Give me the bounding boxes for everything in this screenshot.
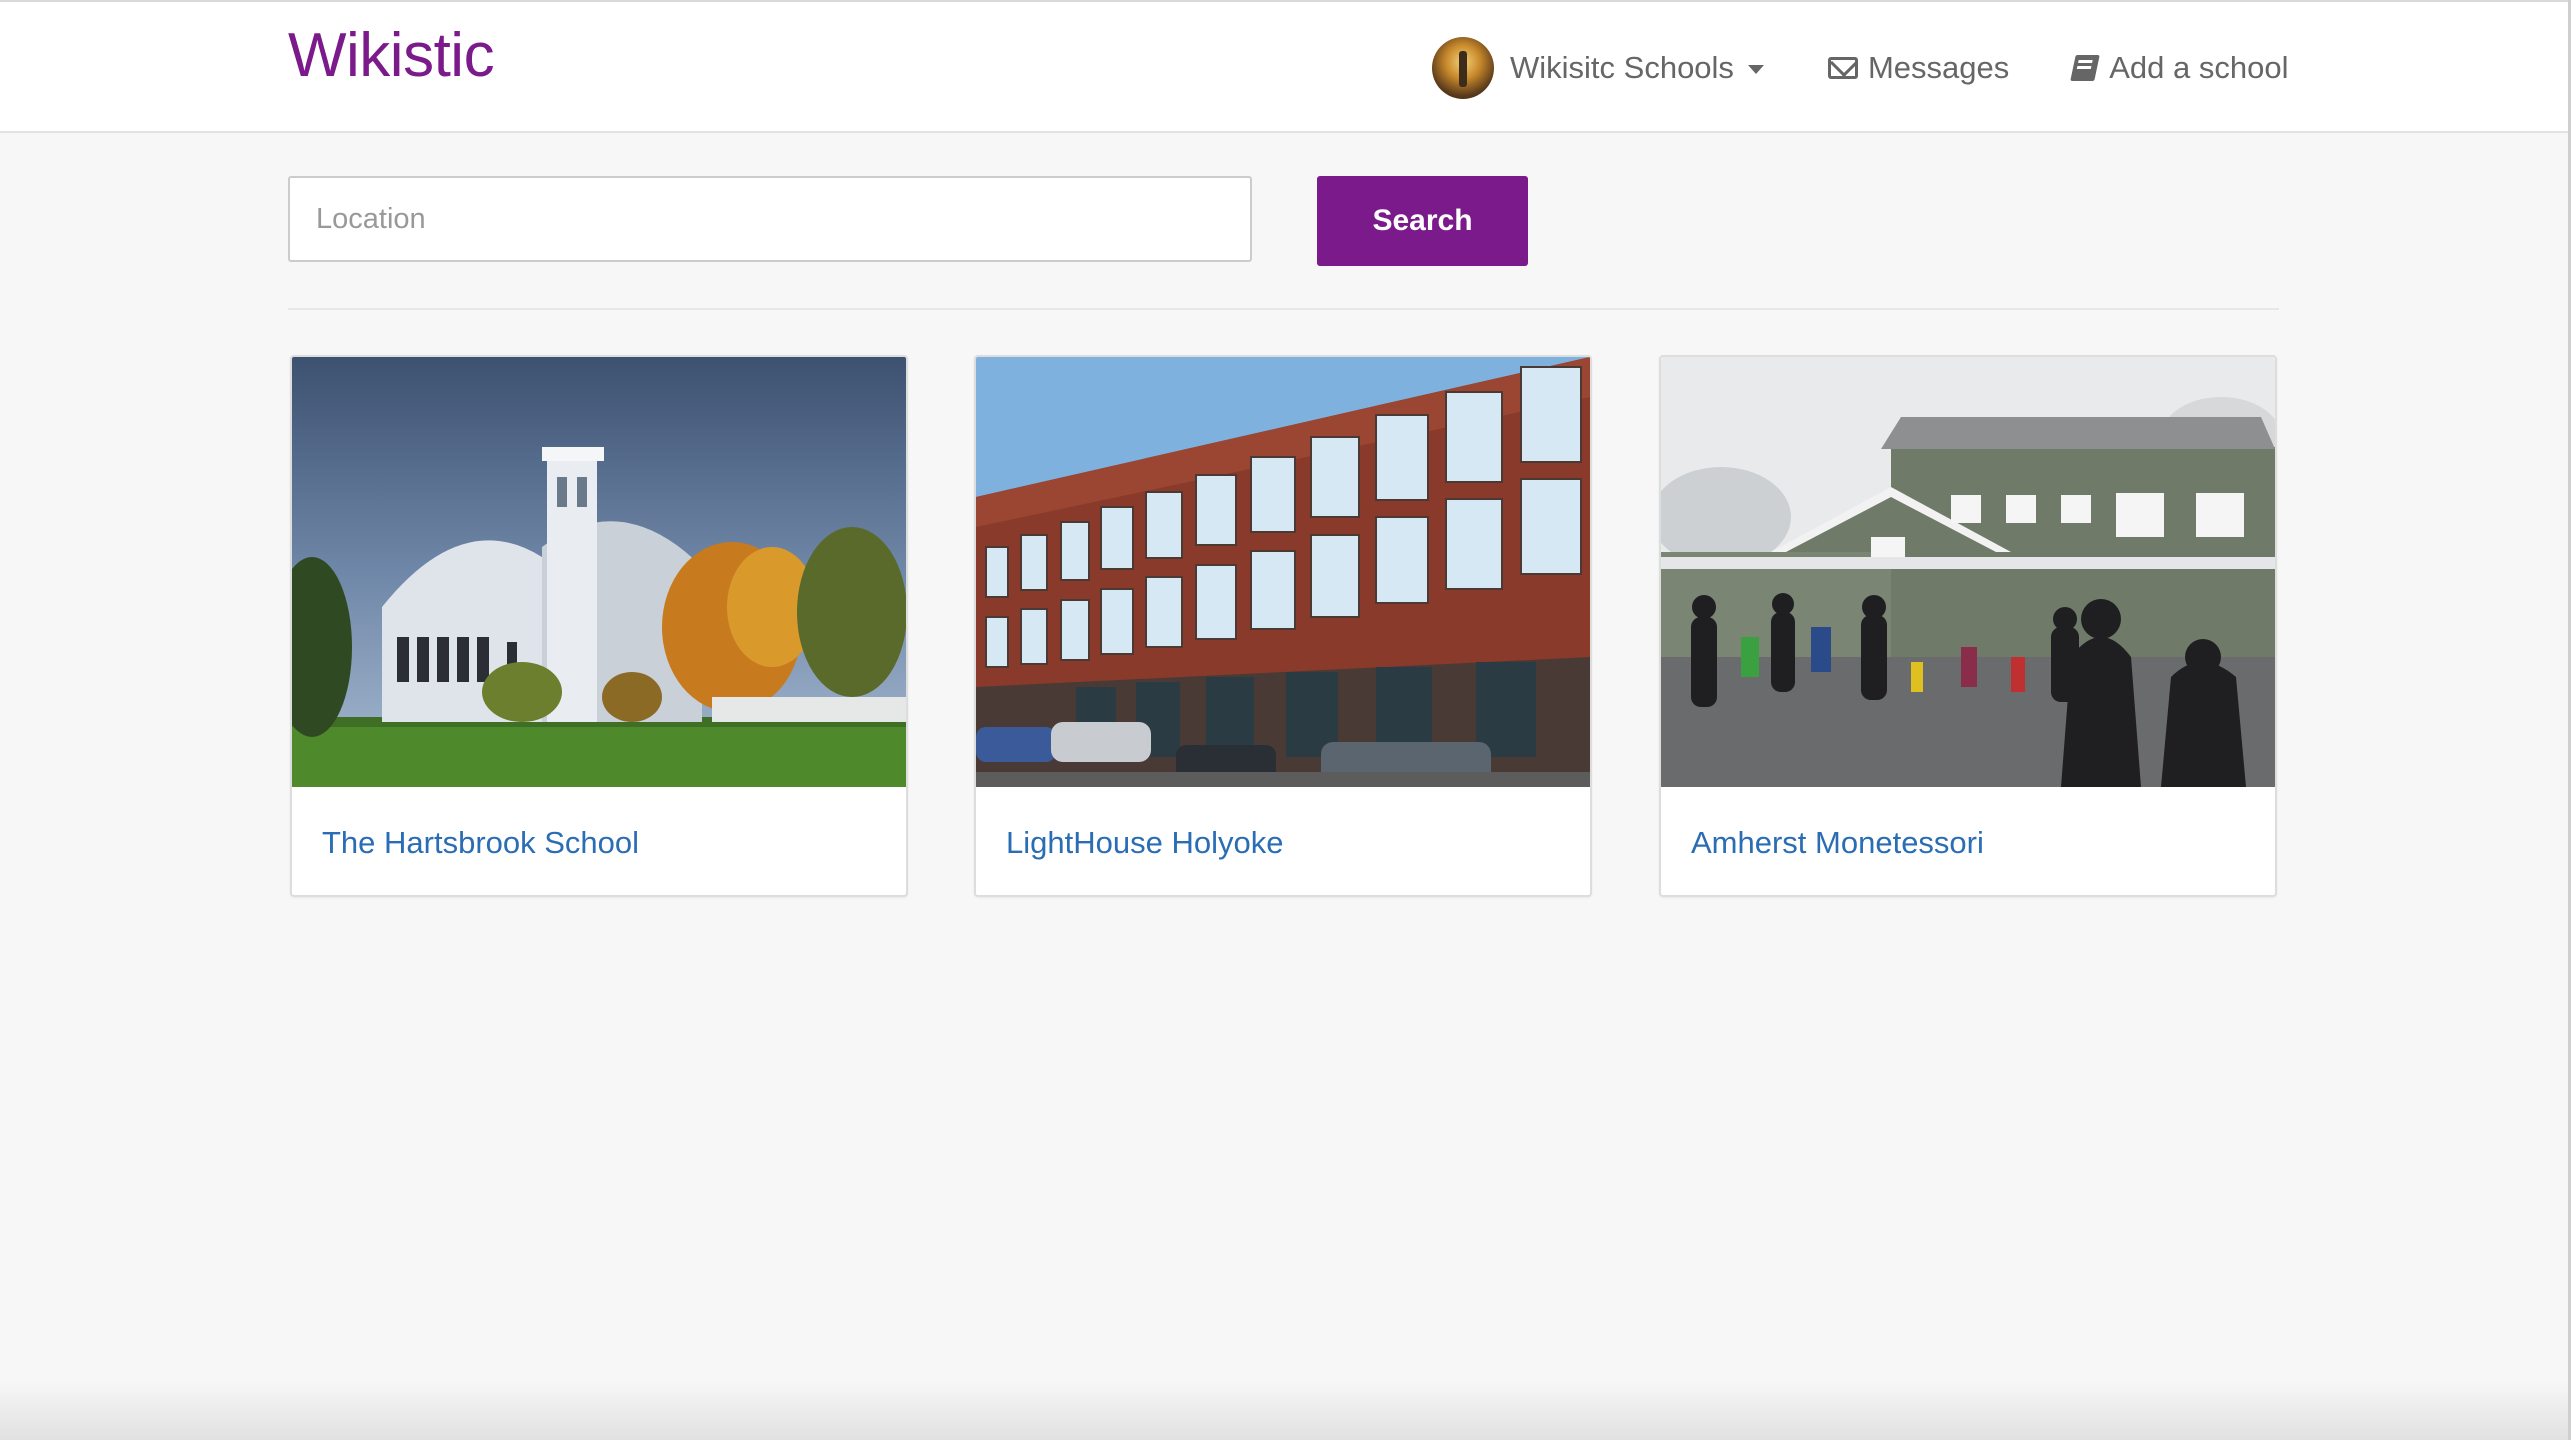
school-image-hartsbrook[interactable] — [292, 357, 906, 787]
account-dropdown[interactable]: Wikisitc Schools — [1432, 37, 1764, 99]
search-button[interactable]: Search — [1317, 176, 1528, 266]
navbar: Wikistic Wikisitc Schools Messages Add a… — [0, 2, 2568, 133]
school-image-amherst[interactable] — [1661, 357, 2275, 787]
school-card[interactable]: Amherst Monetessori — [1659, 355, 2277, 897]
envelope-icon — [1827, 57, 1858, 79]
account-label: Wikisitc Schools — [1510, 50, 1734, 85]
bottom-fade — [0, 1380, 2568, 1440]
school-link[interactable]: The Hartsbrook School — [322, 825, 639, 861]
brand-logo[interactable]: Wikistic — [288, 20, 495, 91]
page: Wikistic Wikisitc Schools Messages Add a… — [0, 0, 2571, 1440]
school-card[interactable]: LightHouse Holyoke — [974, 355, 1592, 897]
book-icon — [2070, 55, 2100, 81]
location-search-input[interactable] — [288, 176, 1252, 262]
school-link[interactable]: LightHouse Holyoke — [1006, 825, 1283, 861]
divider — [288, 308, 2279, 310]
add-school-link[interactable]: Add a school — [2070, 50, 2289, 86]
messages-label: Messages — [1867, 50, 2010, 85]
messages-link[interactable]: Messages — [1827, 50, 2010, 86]
school-link[interactable]: Amherst Monetessori — [1691, 825, 1984, 861]
nav-right: Wikisitc Schools Messages Add a school — [1432, 36, 2288, 100]
avatar — [1432, 37, 1494, 99]
school-card[interactable]: The Hartsbrook School — [290, 355, 908, 897]
caret-down-icon — [1747, 65, 1764, 74]
add-school-label: Add a school — [2109, 50, 2289, 85]
school-image-lighthouse[interactable] — [976, 357, 1590, 787]
